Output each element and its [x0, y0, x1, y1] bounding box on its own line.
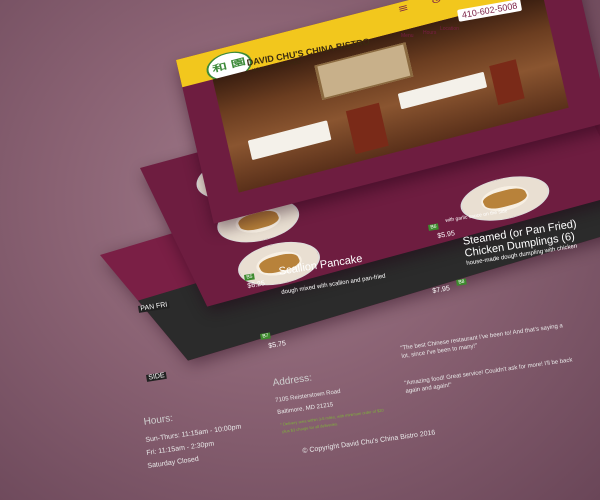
nav-label-menu[interactable]: Menu	[401, 33, 414, 39]
menu-item-price: $7.95	[432, 285, 451, 295]
nav-label-location[interactable]: Location	[440, 26, 459, 32]
menu-item-price: $5.75	[268, 340, 287, 350]
side-label: SIDE	[146, 371, 168, 382]
testimonial: "Amazing food! Great service! Couldn't a…	[404, 357, 573, 395]
menu-item-tag: B8	[456, 278, 467, 286]
nav-label-hours[interactable]: Hours	[423, 30, 436, 36]
menu-item-tag: B7	[260, 332, 271, 340]
hours-icon[interactable]: ◷	[428, 0, 445, 6]
dining-chair	[489, 59, 525, 106]
copyright-text: © Copyright David Chu's China Bistro 201…	[302, 429, 436, 455]
dining-table	[247, 120, 332, 161]
hours-line: Saturday Closed	[147, 455, 200, 470]
address-line: Baltimore, MD 21215	[277, 402, 334, 416]
menu-icon[interactable]: ☰	[395, 3, 412, 14]
dining-chair	[345, 102, 389, 155]
hours-title: Hours:	[143, 412, 174, 428]
testimonial: "The best Chinese restaurant I've been t…	[400, 323, 564, 360]
hours-line: Fri: 11:15am - 2:30pm	[146, 440, 215, 457]
address-title: Address:	[272, 372, 313, 389]
hours-line: Sun-Thurs: 11:15am - 10:00pm	[145, 423, 242, 444]
dining-table	[397, 71, 488, 110]
